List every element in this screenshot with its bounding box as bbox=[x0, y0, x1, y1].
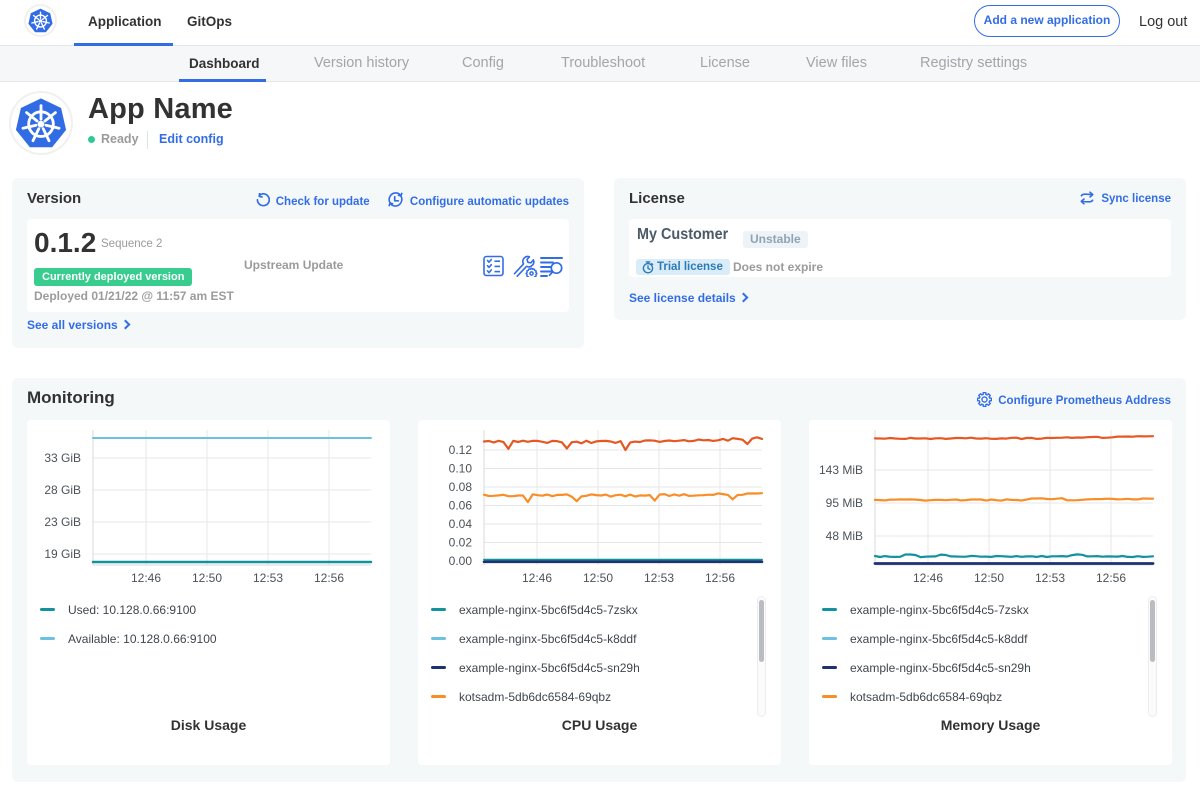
svg-text:19 GiB: 19 GiB bbox=[44, 547, 81, 561]
svg-text:33 GiB: 33 GiB bbox=[44, 451, 81, 465]
svg-text:0.12: 0.12 bbox=[449, 443, 473, 457]
svg-text:12:46: 12:46 bbox=[131, 571, 161, 585]
svg-text:12:53: 12:53 bbox=[1035, 571, 1065, 585]
svg-text:12:53: 12:53 bbox=[644, 571, 674, 585]
svg-text:0.10: 0.10 bbox=[449, 462, 473, 476]
svg-text:12:50: 12:50 bbox=[192, 571, 222, 585]
svg-text:12:50: 12:50 bbox=[583, 571, 613, 585]
svg-text:0.02: 0.02 bbox=[449, 536, 473, 550]
svg-text:0.08: 0.08 bbox=[449, 480, 473, 494]
svg-text:0.04: 0.04 bbox=[449, 517, 473, 531]
svg-text:48 MiB: 48 MiB bbox=[826, 529, 863, 543]
svg-text:0.06: 0.06 bbox=[449, 499, 473, 513]
svg-text:12:56: 12:56 bbox=[1096, 571, 1126, 585]
svg-text:12:56: 12:56 bbox=[314, 571, 344, 585]
svg-text:95 MiB: 95 MiB bbox=[826, 496, 863, 510]
svg-text:28 GiB: 28 GiB bbox=[44, 483, 81, 497]
svg-text:0.00: 0.00 bbox=[449, 554, 473, 568]
svg-text:143 MiB: 143 MiB bbox=[819, 463, 863, 477]
svg-text:12:46: 12:46 bbox=[522, 571, 552, 585]
svg-text:23 GiB: 23 GiB bbox=[44, 515, 81, 529]
svg-text:12:56: 12:56 bbox=[705, 571, 735, 585]
svg-text:12:46: 12:46 bbox=[913, 571, 943, 585]
svg-text:12:53: 12:53 bbox=[253, 571, 283, 585]
svg-text:12:50: 12:50 bbox=[974, 571, 1004, 585]
